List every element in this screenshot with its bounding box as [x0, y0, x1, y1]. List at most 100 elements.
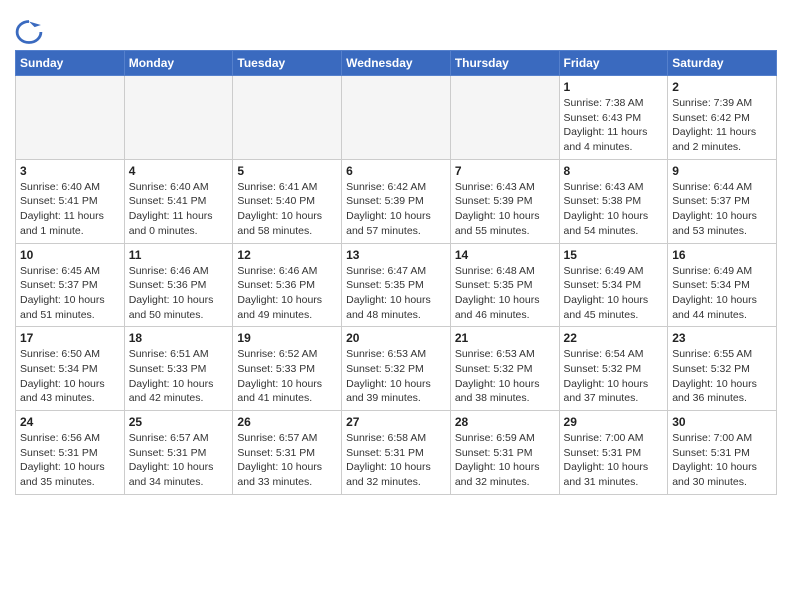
- logo-area: [15, 10, 46, 46]
- day-info: Sunrise: 6:44 AM Sunset: 5:37 PM Dayligh…: [672, 180, 772, 239]
- day-cell: 4 Sunrise: 6:40 AM Sunset: 5:41 PM Daylig…: [124, 159, 233, 243]
- week-row-1: 1 Sunrise: 7:38 AM Sunset: 6:43 PM Daylig…: [16, 76, 777, 160]
- header: [15, 10, 777, 46]
- day-cell: [342, 76, 451, 160]
- day-info: Sunrise: 6:46 AM Sunset: 5:36 PM Dayligh…: [129, 264, 229, 323]
- day-info: Sunrise: 6:47 AM Sunset: 5:35 PM Dayligh…: [346, 264, 446, 323]
- day-cell: 14 Sunrise: 6:48 AM Sunset: 5:35 PM Dayli…: [450, 243, 559, 327]
- day-number: 30: [672, 415, 772, 429]
- calendar-table: SundayMondayTuesdayWednesdayThursdayFrid…: [15, 50, 777, 495]
- day-cell: 23 Sunrise: 6:55 AM Sunset: 5:32 PM Dayli…: [668, 327, 777, 411]
- day-number: 6: [346, 164, 446, 178]
- day-cell: 21 Sunrise: 6:53 AM Sunset: 5:32 PM Dayli…: [450, 327, 559, 411]
- day-cell: 27 Sunrise: 6:58 AM Sunset: 5:31 PM Dayli…: [342, 411, 451, 495]
- day-number: 15: [564, 248, 664, 262]
- day-number: 19: [237, 331, 337, 345]
- day-cell: 1 Sunrise: 7:38 AM Sunset: 6:43 PM Daylig…: [559, 76, 668, 160]
- day-info: Sunrise: 6:51 AM Sunset: 5:33 PM Dayligh…: [129, 347, 229, 406]
- day-number: 17: [20, 331, 120, 345]
- day-cell: 29 Sunrise: 7:00 AM Sunset: 5:31 PM Dayli…: [559, 411, 668, 495]
- day-cell: 28 Sunrise: 6:59 AM Sunset: 5:31 PM Dayli…: [450, 411, 559, 495]
- day-cell: 13Sunrise: 6:47 AM Sunset: 5:35 PM Dayli…: [342, 243, 451, 327]
- day-cell: 17 Sunrise: 6:50 AM Sunset: 5:34 PM Dayli…: [16, 327, 125, 411]
- day-cell: 18Sunrise: 6:51 AM Sunset: 5:33 PM Dayli…: [124, 327, 233, 411]
- day-number: 1: [564, 80, 664, 94]
- day-cell: [16, 76, 125, 160]
- week-row-4: 17 Sunrise: 6:50 AM Sunset: 5:34 PM Dayli…: [16, 327, 777, 411]
- day-info: Sunrise: 7:00 AM Sunset: 5:31 PM Dayligh…: [564, 431, 664, 490]
- day-number: 9: [672, 164, 772, 178]
- day-cell: 19 Sunrise: 6:52 AM Sunset: 5:33 PM Dayli…: [233, 327, 342, 411]
- day-cell: [233, 76, 342, 160]
- day-info: Sunrise: 6:53 AM Sunset: 5:32 PM Dayligh…: [346, 347, 446, 406]
- day-info: Sunrise: 6:53 AM Sunset: 5:32 PM Dayligh…: [455, 347, 555, 406]
- day-header-monday: Monday: [124, 51, 233, 76]
- day-header-sunday: Sunday: [16, 51, 125, 76]
- day-info: Sunrise: 6:40 AM Sunset: 5:41 PM Dayligh…: [129, 180, 229, 239]
- header-row: SundayMondayTuesdayWednesdayThursdayFrid…: [16, 51, 777, 76]
- day-cell: 24 Sunrise: 6:56 AM Sunset: 5:31 PM Dayli…: [16, 411, 125, 495]
- day-cell: 10 Sunrise: 6:45 AM Sunset: 5:37 PM Dayli…: [16, 243, 125, 327]
- day-info: Sunrise: 6:58 AM Sunset: 5:31 PM Dayligh…: [346, 431, 446, 490]
- day-info: Sunrise: 6:43 AM Sunset: 5:38 PM Dayligh…: [564, 180, 664, 239]
- day-cell: 15 Sunrise: 6:49 AM Sunset: 5:34 PM Dayli…: [559, 243, 668, 327]
- day-cell: 30 Sunrise: 7:00 AM Sunset: 5:31 PM Dayli…: [668, 411, 777, 495]
- day-number: 21: [455, 331, 555, 345]
- day-number: 23: [672, 331, 772, 345]
- day-number: 24: [20, 415, 120, 429]
- day-info: Sunrise: 6:48 AM Sunset: 5:35 PM Dayligh…: [455, 264, 555, 323]
- day-info: Sunrise: 6:43 AM Sunset: 5:39 PM Dayligh…: [455, 180, 555, 239]
- day-info: Sunrise: 6:54 AM Sunset: 5:32 PM Dayligh…: [564, 347, 664, 406]
- day-cell: 22 Sunrise: 6:54 AM Sunset: 5:32 PM Dayli…: [559, 327, 668, 411]
- day-info: Sunrise: 6:56 AM Sunset: 5:31 PM Dayligh…: [20, 431, 120, 490]
- day-cell: 12 Sunrise: 6:46 AM Sunset: 5:36 PM Dayli…: [233, 243, 342, 327]
- day-number: 29: [564, 415, 664, 429]
- day-info: Sunrise: 6:42 AM Sunset: 5:39 PM Dayligh…: [346, 180, 446, 239]
- day-cell: 7 Sunrise: 6:43 AM Sunset: 5:39 PM Daylig…: [450, 159, 559, 243]
- day-number: 27: [346, 415, 446, 429]
- day-number: 16: [672, 248, 772, 262]
- day-info: Sunrise: 7:39 AM Sunset: 6:42 PM Dayligh…: [672, 96, 772, 155]
- day-cell: 5 Sunrise: 6:41 AM Sunset: 5:40 PM Daylig…: [233, 159, 342, 243]
- day-header-wednesday: Wednesday: [342, 51, 451, 76]
- day-cell: 8 Sunrise: 6:43 AM Sunset: 5:38 PM Daylig…: [559, 159, 668, 243]
- day-cell: 11 Sunrise: 6:46 AM Sunset: 5:36 PM Dayli…: [124, 243, 233, 327]
- day-info: Sunrise: 6:45 AM Sunset: 5:37 PM Dayligh…: [20, 264, 120, 323]
- day-info: Sunrise: 7:38 AM Sunset: 6:43 PM Dayligh…: [564, 96, 664, 155]
- day-info: Sunrise: 6:59 AM Sunset: 5:31 PM Dayligh…: [455, 431, 555, 490]
- week-row-3: 10 Sunrise: 6:45 AM Sunset: 5:37 PM Dayli…: [16, 243, 777, 327]
- day-number: 5: [237, 164, 337, 178]
- day-number: 10: [20, 248, 120, 262]
- day-number: 22: [564, 331, 664, 345]
- day-info: Sunrise: 6:57 AM Sunset: 5:31 PM Dayligh…: [237, 431, 337, 490]
- day-info: Sunrise: 6:49 AM Sunset: 5:34 PM Dayligh…: [672, 264, 772, 323]
- day-info: Sunrise: 6:57 AM Sunset: 5:31 PM Dayligh…: [129, 431, 229, 490]
- day-number: 8: [564, 164, 664, 178]
- day-number: 28: [455, 415, 555, 429]
- day-number: 11: [129, 248, 229, 262]
- day-cell: 3Sunrise: 6:40 AM Sunset: 5:41 PM Daylig…: [16, 159, 125, 243]
- day-header-tuesday: Tuesday: [233, 51, 342, 76]
- day-cell: 26Sunrise: 6:57 AM Sunset: 5:31 PM Dayli…: [233, 411, 342, 495]
- day-info: Sunrise: 6:50 AM Sunset: 5:34 PM Dayligh…: [20, 347, 120, 406]
- day-header-saturday: Saturday: [668, 51, 777, 76]
- day-number: 25: [129, 415, 229, 429]
- day-cell: 9 Sunrise: 6:44 AM Sunset: 5:37 PM Daylig…: [668, 159, 777, 243]
- day-cell: [124, 76, 233, 160]
- day-cell: 16 Sunrise: 6:49 AM Sunset: 5:34 PM Dayli…: [668, 243, 777, 327]
- day-number: 14: [455, 248, 555, 262]
- day-info: Sunrise: 6:46 AM Sunset: 5:36 PM Dayligh…: [237, 264, 337, 323]
- day-info: Sunrise: 6:52 AM Sunset: 5:33 PM Dayligh…: [237, 347, 337, 406]
- day-number: 7: [455, 164, 555, 178]
- day-info: Sunrise: 6:41 AM Sunset: 5:40 PM Dayligh…: [237, 180, 337, 239]
- day-number: 12: [237, 248, 337, 262]
- day-info: Sunrise: 6:49 AM Sunset: 5:34 PM Dayligh…: [564, 264, 664, 323]
- week-row-2: 3Sunrise: 6:40 AM Sunset: 5:41 PM Daylig…: [16, 159, 777, 243]
- logo-icon: [15, 18, 43, 46]
- day-number: 2: [672, 80, 772, 94]
- day-info: Sunrise: 7:00 AM Sunset: 5:31 PM Dayligh…: [672, 431, 772, 490]
- day-header-friday: Friday: [559, 51, 668, 76]
- day-number: 4: [129, 164, 229, 178]
- day-info: Sunrise: 6:55 AM Sunset: 5:32 PM Dayligh…: [672, 347, 772, 406]
- day-number: 20: [346, 331, 446, 345]
